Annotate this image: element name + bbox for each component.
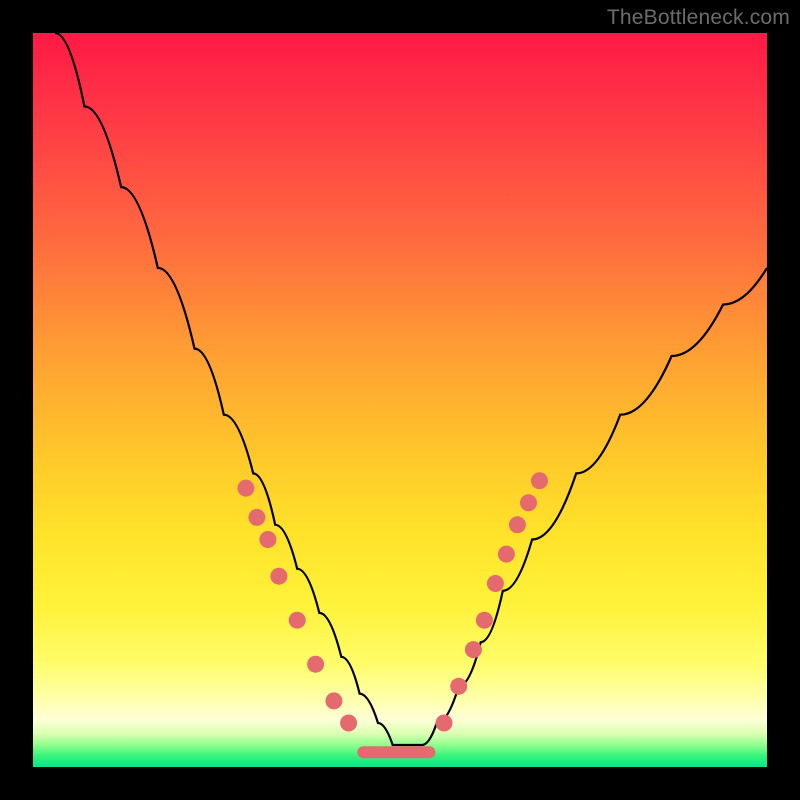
data-point bbox=[465, 641, 482, 658]
data-point bbox=[289, 612, 306, 629]
data-point bbox=[520, 494, 537, 511]
data-point bbox=[487, 575, 504, 592]
data-point bbox=[450, 678, 467, 695]
data-point bbox=[531, 472, 548, 489]
data-point bbox=[270, 568, 287, 585]
data-point bbox=[436, 715, 453, 732]
outer-frame: TheBottleneck.com bbox=[0, 0, 800, 800]
data-point bbox=[307, 656, 324, 673]
data-point bbox=[498, 546, 515, 563]
plot-area bbox=[33, 33, 767, 767]
data-point bbox=[325, 692, 342, 709]
markers-right bbox=[436, 472, 549, 731]
data-point bbox=[248, 509, 265, 526]
data-point bbox=[259, 531, 276, 548]
data-point bbox=[237, 480, 254, 497]
data-point bbox=[509, 516, 526, 533]
markers-left bbox=[237, 480, 357, 732]
data-point bbox=[340, 715, 357, 732]
chart-svg bbox=[33, 33, 767, 767]
bottleneck-curve bbox=[55, 33, 767, 745]
data-point bbox=[476, 612, 493, 629]
watermark-text: TheBottleneck.com bbox=[607, 6, 790, 30]
